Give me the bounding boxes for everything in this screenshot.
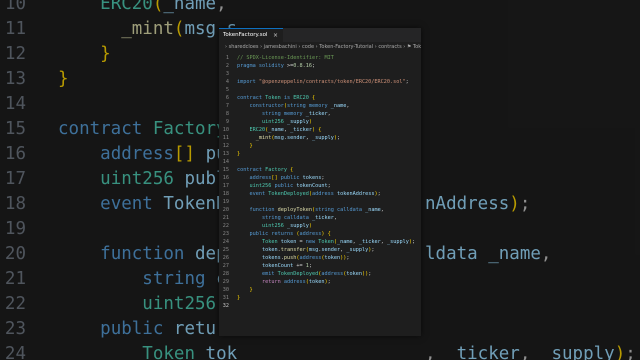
code-line[interactable]: 5 — [219, 86, 421, 94]
line-code: ERC20(_name, _ticker) { — [249, 127, 322, 133]
line-number: 23 — [222, 231, 229, 237]
line-number: 28 — [222, 271, 229, 277]
line-code: return address(token); — [262, 279, 331, 285]
line-code: // SPDX-License-Identifier: MIT — [237, 55, 334, 61]
line-number: 31 — [222, 295, 229, 301]
code-line[interactable]: 30 } — [219, 286, 421, 294]
close-icon[interactable]: × — [273, 29, 278, 42]
code-line[interactable]: 9 uint256 _supply) — [219, 118, 421, 126]
code-line[interactable]: 1 // SPDX-License-Identifier: MIT — [219, 54, 421, 62]
line-code: public returns (address) { — [249, 231, 331, 237]
code-text-area[interactable]: 1 // SPDX-License-Identifier: MIT 2 pragma … — [219, 54, 421, 334]
code-line[interactable]: 27 tokenCount += 1; — [219, 262, 421, 270]
editor-tab-bar: TokenFactory.sol × — [219, 28, 421, 42]
code-line[interactable]: 4 import "@openzeppelin/contracts/token/E… — [219, 78, 421, 86]
code-line[interactable]: 23 public returns (address) { — [219, 230, 421, 238]
line-number: 3 — [225, 71, 229, 77]
line-number: 15 — [222, 167, 229, 173]
code-line[interactable]: 24 Token token = new Token(_name, _ticke… — [219, 238, 421, 246]
code-line[interactable]: 19 — [219, 198, 421, 206]
line-number: 32 — [222, 303, 229, 309]
line-number: 27 — [222, 263, 229, 269]
line-code: emit TokenDeployed(address(token)); — [262, 271, 372, 277]
line-code: tokens.push(address(token)); — [262, 255, 350, 261]
line-number: 11 — [222, 135, 229, 141]
code-line[interactable]: 31} — [219, 294, 421, 302]
line-number: 25 — [222, 247, 229, 253]
line-code: _mint(msg.sender, _supply); — [255, 135, 341, 141]
code-line[interactable]: 29 return address(token); — [219, 278, 421, 286]
line-number: 2 — [225, 63, 229, 69]
line-number: 5 — [225, 87, 229, 93]
code-editor-window: TokenFactory.sol × › sharedcloes › james… — [219, 28, 421, 336]
line-number: 6 — [225, 95, 229, 101]
line-code: } — [249, 287, 253, 293]
code-line[interactable]: 11 _mint(msg.sender, _supply); — [219, 134, 421, 142]
line-code: pragma solidity >=0.8.16; — [237, 63, 316, 69]
code-line[interactable]: 14 — [219, 158, 421, 166]
code-line[interactable]: 20 function deployToken(string calldata … — [219, 206, 421, 214]
code-line[interactable]: 18 event TokenDeployed(address tokenAddr… — [219, 190, 421, 198]
line-code: tokenCount += 1; — [262, 263, 312, 269]
line-code: function deployToken(string calldata _na… — [249, 207, 384, 213]
code-line[interactable]: 6 contract Token is ERC20 { — [219, 94, 421, 102]
breadcrumb[interactable]: › sharedcloes › jamesbachini › code › To… — [219, 42, 421, 52]
line-number: 18 — [222, 191, 229, 197]
line-number: 21 — [222, 215, 229, 221]
line-code: } — [237, 295, 241, 301]
code-line[interactable]: 10 ERC20(_name, _ticker) { — [219, 126, 421, 134]
code-line[interactable]: 12 } — [219, 142, 421, 150]
line-number: 14 — [222, 159, 229, 165]
tab-token-factory-sol[interactable]: TokenFactory.sol × — [219, 28, 283, 42]
line-code: address[] public tokens; — [249, 175, 325, 181]
line-code: uint256 _supply) — [262, 119, 312, 125]
line-code: contract Factory { — [237, 167, 294, 173]
code-line[interactable]: 17 uint256 public tokenCount; — [219, 182, 421, 190]
line-code: uint256 _supply) — [262, 223, 312, 229]
line-number: 9 — [225, 119, 229, 125]
line-code: constructor(string memory _name, — [249, 103, 350, 109]
line-code: uint256 public tokenCount; — [249, 183, 331, 189]
line-number: 4 — [225, 79, 229, 85]
code-line[interactable]: 8 string memory _ticker, — [219, 110, 421, 118]
line-code: string calldata _ticker, — [262, 215, 337, 221]
code-line[interactable]: 3 — [219, 70, 421, 78]
code-line[interactable]: 16 address[] public tokens; — [219, 174, 421, 182]
code-line[interactable]: 21 string calldata _ticker, — [219, 214, 421, 222]
code-line[interactable]: 2 pragma solidity >=0.8.16; — [219, 62, 421, 70]
line-number: 8 — [225, 111, 229, 117]
line-number: 26 — [222, 255, 229, 261]
line-code: import "@openzeppelin/contracts/token/ER… — [237, 79, 409, 85]
line-code: contract Token is ERC20 { — [237, 95, 316, 101]
code-line[interactable]: 7 constructor(string memory _name, — [219, 102, 421, 110]
line-code: } — [237, 151, 241, 157]
line-code: } — [249, 143, 253, 149]
line-number: 22 — [222, 223, 229, 229]
code-line[interactable]: 22 uint256 _supply) — [219, 222, 421, 230]
line-number: 24 — [222, 239, 229, 245]
code-line[interactable]: 15 contract Factory { — [219, 166, 421, 174]
line-number: 30 — [222, 287, 229, 293]
line-number: 19 — [222, 199, 229, 205]
line-number: 12 — [222, 143, 229, 149]
code-line[interactable]: 25 token.transfer(msg.sender, _supply); — [219, 246, 421, 254]
line-number: 10 — [222, 127, 229, 133]
code-line[interactable]: 28 emit TokenDeployed(address(token)); — [219, 270, 421, 278]
line-number: 1 — [225, 55, 229, 61]
code-line[interactable]: 13} — [219, 150, 421, 158]
line-number: 13 — [222, 151, 229, 157]
line-number: 16 — [222, 175, 229, 181]
line-code: event TokenDeployed(address tokenAddress… — [249, 191, 381, 197]
line-code: Token token = new Token(_name, _ticker, … — [262, 239, 416, 245]
code-line[interactable]: 32 — [219, 302, 421, 310]
line-number: 7 — [225, 103, 229, 109]
line-number: 17 — [222, 183, 229, 189]
line-code: string memory _ticker, — [262, 111, 331, 117]
code-line[interactable]: 26 tokens.push(address(token)); — [219, 254, 421, 262]
line-number: 20 — [222, 207, 229, 213]
tab-label: TokenFactory.sol — [223, 32, 268, 38]
line-number: 29 — [222, 279, 229, 285]
line-code: token.transfer(msg.sender, _supply); — [262, 247, 375, 253]
